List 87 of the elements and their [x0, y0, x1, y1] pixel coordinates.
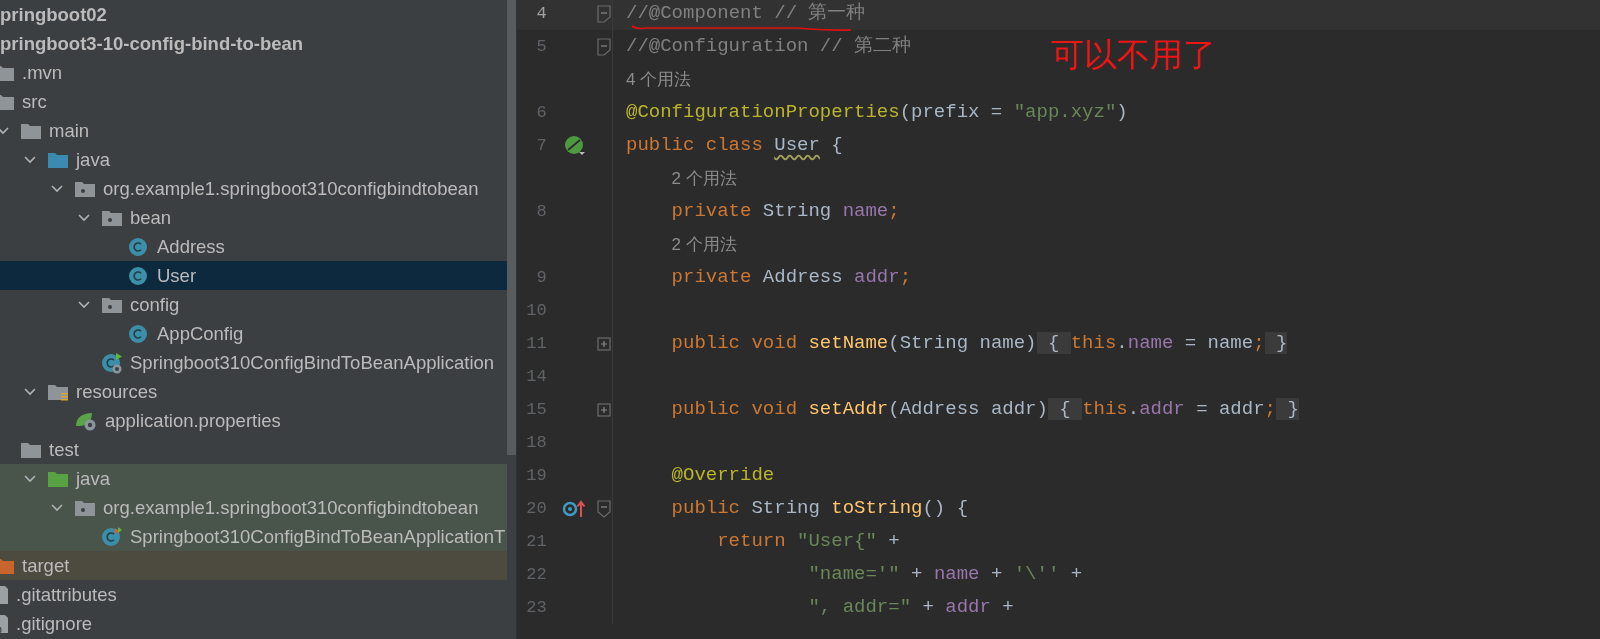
fold-icon[interactable]	[597, 37, 612, 56]
code-line: //@Configuration // 第二种	[626, 34, 912, 60]
scrollbar-thumb[interactable]	[507, 0, 516, 455]
line-number: 6	[535, 101, 547, 124]
expand-icon[interactable]	[597, 402, 612, 417]
tree-item[interactable]: java	[0, 464, 507, 493]
line-number: 23	[525, 596, 547, 619]
fold-icon[interactable]	[597, 499, 612, 518]
code-line: @Override	[670, 463, 775, 489]
folder-icon	[20, 440, 42, 459]
tree-item[interactable]: Springboot310ConfigBindToBeanApplication	[0, 348, 507, 377]
tree-item[interactable]: org.example1.springboot310configbindtobean	[0, 493, 507, 522]
line-number: 22	[525, 563, 547, 586]
tree-item[interactable]: Springboot310ConfigBindToBeanApplicationT	[0, 522, 507, 551]
chevron-down-icon[interactable]	[51, 184, 63, 193]
line-number: 19	[525, 464, 547, 487]
line-number: 4	[535, 2, 547, 25]
chevron-down-icon[interactable]	[0, 126, 9, 135]
folder-icon	[74, 179, 96, 198]
tree-item[interactable]: .gitignore	[0, 609, 507, 638]
tree-item[interactable]: org.example1.springboot310configbindtobean	[0, 174, 507, 203]
line-number: 10	[525, 299, 547, 322]
folder-icon	[0, 556, 15, 575]
line-number: 18	[525, 431, 547, 454]
project-name[interactable]: pringboot3-10-config-bind-to-bean	[0, 29, 507, 58]
tree-item[interactable]: resources	[0, 377, 507, 406]
code-line: return "User{" +	[716, 529, 900, 555]
class-icon	[128, 264, 150, 287]
code-line: public void setAddr(Address addr) { this.addr = addr; }	[670, 397, 1299, 423]
line-number: 20	[525, 497, 547, 520]
expand-icon[interactable]	[597, 336, 612, 351]
folder-icon	[47, 150, 69, 169]
code-line: private String name;	[670, 199, 900, 225]
folder-icon	[74, 498, 96, 517]
code-line: private Address addr;	[670, 265, 912, 291]
line-number: 9	[535, 266, 547, 289]
code-line: public class User {	[626, 133, 843, 159]
chevron-down-icon[interactable]	[24, 387, 36, 396]
tree-item[interactable]: .mvn	[0, 58, 507, 87]
tree-item[interactable]: src	[0, 87, 507, 116]
tree-item[interactable]: test	[0, 435, 507, 464]
chevron-down-icon[interactable]	[24, 474, 36, 483]
class-icon	[128, 235, 150, 258]
line-number: 21	[525, 530, 547, 553]
chevron-down-icon[interactable]	[51, 503, 63, 512]
tree-item[interactable]: User	[0, 261, 507, 290]
tree-item[interactable]: config	[0, 290, 507, 319]
folder-icon	[47, 382, 69, 401]
tree-item[interactable]: main	[0, 116, 507, 145]
chevron-down-icon[interactable]	[78, 300, 90, 309]
usage-hint[interactable]: 2 个用法	[671, 231, 737, 258]
line-number: 7	[535, 134, 547, 157]
project-name[interactable]: pringboot02	[0, 0, 507, 29]
code-line: public void setName(String name) { this.name = name; }	[670, 331, 1288, 357]
line-number: 5	[535, 35, 547, 58]
line-number: 15	[525, 398, 547, 421]
folder-icon	[101, 208, 123, 227]
code-line: "name='" + name + '\'' +	[807, 562, 1083, 588]
chevron-down-icon[interactable]	[78, 213, 90, 222]
line-number: 14	[525, 365, 547, 388]
tree-item[interactable]: java	[0, 145, 507, 174]
tree-item[interactable]: Address	[0, 232, 507, 261]
tree-item[interactable]: application.properties	[0, 406, 507, 435]
bean-icon[interactable]	[563, 134, 588, 157]
tree-item[interactable]: .gitattributes	[0, 580, 507, 609]
folder-icon	[101, 295, 123, 314]
chevron-down-icon[interactable]	[24, 155, 36, 164]
usage-hint[interactable]: 4 个用法	[626, 66, 692, 93]
tree-item[interactable]: target	[0, 551, 507, 580]
code-line: //@Component // 第一种	[626, 1, 866, 27]
annotation-text: 可以不用了	[1051, 35, 1216, 75]
folder-icon	[0, 92, 15, 111]
folder-icon	[20, 121, 42, 140]
folder-icon	[0, 63, 15, 82]
class-icon	[101, 351, 123, 374]
code-line: @ConfigurationProperties(prefix = "app.xyz")	[626, 100, 1128, 126]
usage-hint[interactable]: 2 个用法	[671, 165, 737, 192]
tree-item[interactable]: bean	[0, 203, 507, 232]
class-icon	[128, 322, 150, 345]
fold-icon[interactable]	[597, 4, 612, 23]
folder-icon	[47, 469, 69, 488]
class-icon	[101, 525, 123, 548]
code-line: public String toString() {	[670, 496, 969, 522]
code-line: ", addr=" + addr +	[807, 595, 1014, 621]
line-number: 11	[525, 332, 547, 355]
tree-item[interactable]: AppConfig	[0, 319, 507, 348]
line-number: 8	[535, 200, 547, 223]
